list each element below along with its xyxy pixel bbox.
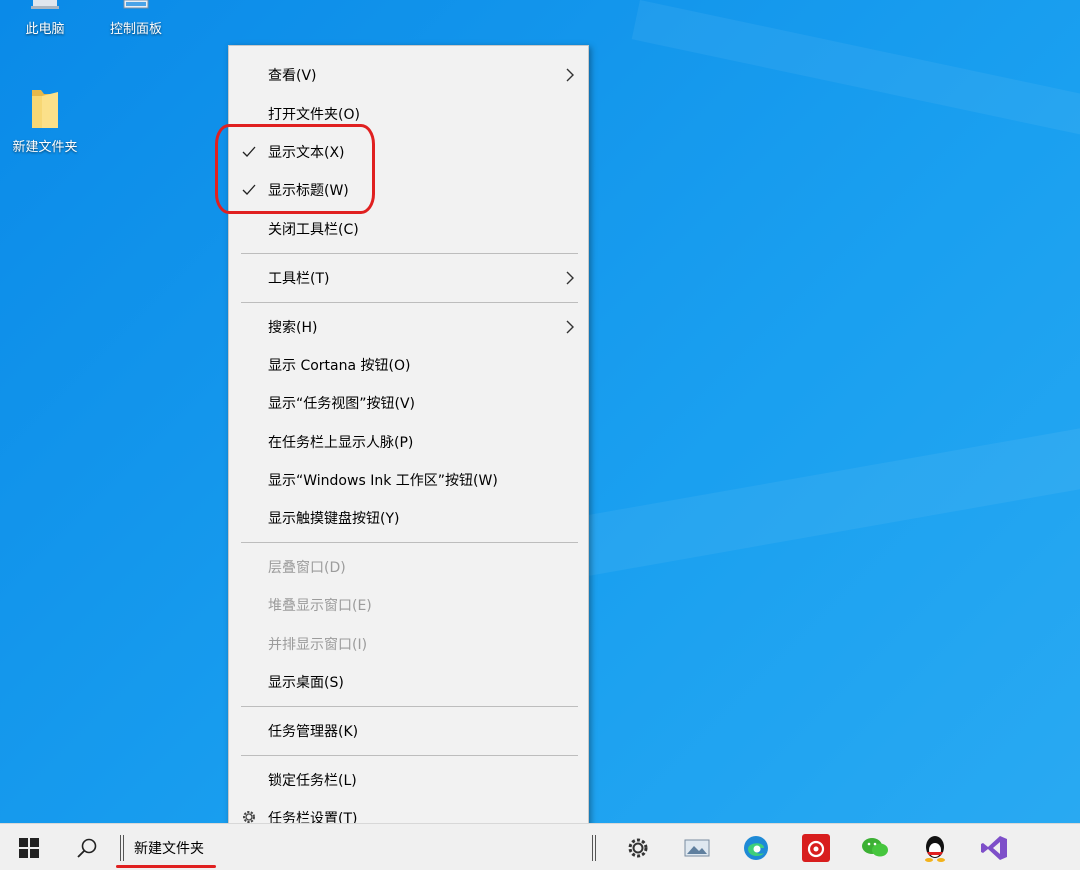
menu-item-label: 在任务栏上显示人脉(P)	[268, 435, 414, 451]
menu-item-view[interactable]: 查看(V)	[229, 56, 588, 94]
menu-item-search[interactable]: 搜索(H)	[229, 308, 588, 346]
desktop-icon-label: 控制面板	[109, 22, 162, 37]
taskbar-app-wechat[interactable]	[854, 824, 896, 870]
menu-item-label: 堆叠显示窗口(E)	[268, 598, 372, 614]
menu-item-label: 搜索(H)	[268, 320, 318, 336]
menu-item-label: 显示桌面(S)	[268, 675, 344, 691]
toolbar-grip[interactable]	[590, 824, 598, 870]
menu-item-label: 任务管理器(K)	[268, 724, 359, 740]
menu-item-lock-taskbar[interactable]: 锁定任务栏(L)	[229, 761, 588, 799]
toolbar-grip[interactable]	[118, 824, 126, 870]
taskbar-app-edge[interactable]	[735, 824, 777, 870]
menu-item-show-desktop[interactable]: 显示桌面(S)	[229, 663, 588, 701]
menu-item-side-by-side: 并排显示窗口(I)	[229, 625, 588, 663]
menu-item-label: 工具栏(T)	[268, 271, 330, 287]
menu-separator	[241, 755, 578, 756]
taskbar-app-settings[interactable]	[617, 824, 659, 870]
menu-item-show-cortana[interactable]: 显示 Cortana 按钮(O)	[229, 346, 588, 384]
menu-item-label: 显示触摸键盘按钮(Y)	[268, 511, 400, 527]
menu-item-label: 查看(V)	[268, 68, 317, 84]
menu-item-task-manager[interactable]: 任务管理器(K)	[229, 712, 588, 750]
start-icon	[19, 837, 39, 858]
menu-separator	[241, 542, 578, 543]
menu-item-stack-windows: 堆叠显示窗口(E)	[229, 586, 588, 624]
menu-item-label: 层叠窗口(D)	[268, 560, 346, 576]
annotation-highlight	[215, 124, 375, 214]
wechat-icon	[862, 837, 888, 856]
netease-music-icon	[802, 833, 830, 862]
start-button[interactable]	[8, 824, 50, 870]
search-icon	[77, 838, 97, 858]
wallpaper-ray	[560, 398, 1080, 580]
menu-item-label: 打开文件夹(O)	[268, 107, 360, 123]
wallpaper-ray	[631, 0, 1080, 164]
toolbar-folder-label[interactable]: 新建文件夹	[134, 838, 204, 858]
computer-icon	[31, 0, 59, 9]
desktop-icon-new-folder[interactable]: 新建文件夹	[5, 84, 85, 155]
menu-separator	[241, 706, 578, 707]
folder-icon	[32, 90, 58, 128]
desktop-icon-this-pc[interactable]: 此电脑	[5, 0, 85, 37]
menu-item-label: 显示“任务视图”按钮(V)	[268, 396, 416, 412]
taskbar-app-photos[interactable]	[676, 824, 718, 870]
taskbar: 新建文件夹	[0, 823, 1080, 870]
menu-separator	[241, 302, 578, 303]
menu-item-label: 显示 Cortana 按钮(O)	[268, 358, 411, 374]
menu-item-show-people[interactable]: 在任务栏上显示人脉(P)	[229, 423, 588, 461]
menu-separator	[241, 253, 578, 254]
menu-item-show-windows-ink[interactable]: 显示“Windows Ink 工作区”按钮(W)	[229, 461, 588, 499]
annotation-underline	[116, 865, 216, 868]
chevron-right-icon	[566, 320, 574, 334]
taskbar-app-netease-music[interactable]	[795, 824, 837, 870]
menu-item-label: 显示“Windows Ink 工作区”按钮(W)	[268, 473, 498, 489]
menu-item-toolbars[interactable]: 工具栏(T)	[229, 259, 588, 297]
desktop-icon-label: 新建文件夹	[12, 140, 78, 155]
qq-icon	[925, 835, 945, 862]
taskbar-app-visual-studio[interactable]	[973, 824, 1015, 870]
chevron-right-icon	[566, 271, 574, 285]
desktop-icon-label: 此电脑	[25, 22, 65, 37]
control-panel-icon	[123, 0, 149, 9]
photos-icon	[684, 839, 710, 856]
menu-item-cascade-windows: 层叠窗口(D)	[229, 548, 588, 586]
menu-item-label: 关闭工具栏(C)	[268, 222, 359, 238]
grip-icon	[592, 834, 596, 861]
chevron-right-icon	[566, 68, 574, 82]
menu-item-label: 并排显示窗口(I)	[268, 637, 368, 653]
menu-item-label: 锁定任务栏(L)	[268, 773, 357, 789]
settings-icon	[628, 838, 648, 857]
grip-icon	[120, 834, 124, 861]
edge-icon	[744, 835, 768, 860]
menu-item-close-toolbar[interactable]: 关闭工具栏(C)	[229, 210, 588, 248]
menu-item-show-task-view[interactable]: 显示“任务视图”按钮(V)	[229, 384, 588, 422]
taskbar-app-qq[interactable]	[914, 824, 956, 870]
desktop-icon-control-panel[interactable]: 控制面板	[96, 0, 176, 37]
menu-item-show-touch-keyboard[interactable]: 显示触摸键盘按钮(Y)	[229, 499, 588, 537]
search-button[interactable]	[66, 824, 108, 870]
visual-studio-icon	[981, 835, 1007, 860]
